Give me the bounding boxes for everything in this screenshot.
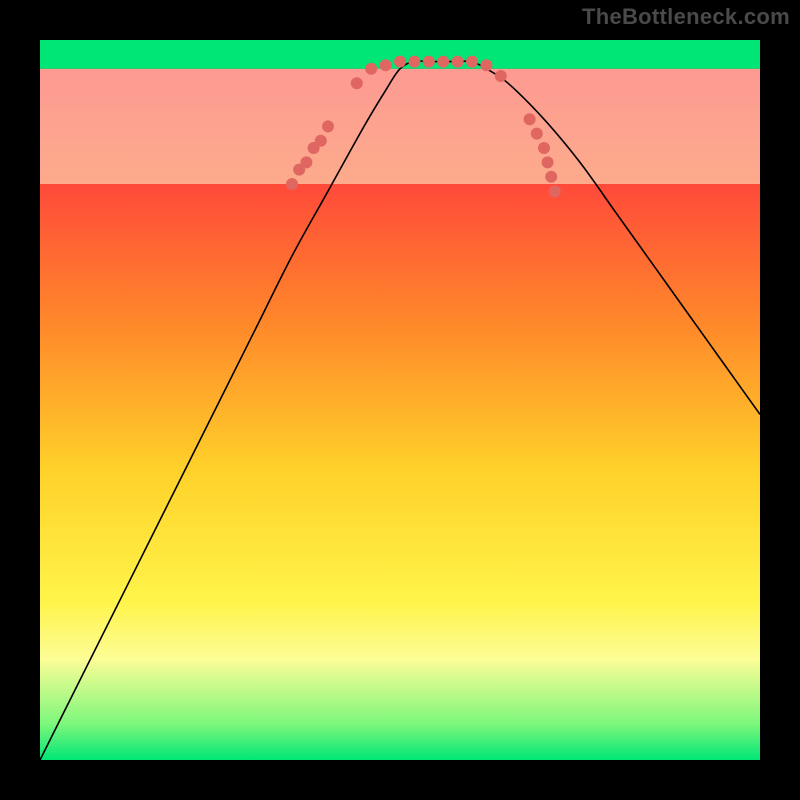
data-point <box>437 56 449 68</box>
data-point <box>531 128 543 140</box>
chart-stage: TheBottleneck.com <box>0 0 800 800</box>
data-point <box>466 56 478 68</box>
data-point <box>452 56 464 68</box>
data-point <box>495 70 507 82</box>
data-point <box>365 63 377 75</box>
data-point <box>315 135 327 147</box>
data-point <box>380 59 392 71</box>
plot-curve-layer <box>40 40 760 760</box>
data-point <box>322 120 334 132</box>
data-point <box>524 113 536 125</box>
data-point <box>408 56 420 68</box>
data-point <box>542 156 554 168</box>
data-point <box>549 185 561 197</box>
plot-area <box>40 40 760 760</box>
data-point <box>423 56 435 68</box>
data-point <box>480 59 492 71</box>
data-point <box>286 178 298 190</box>
data-point <box>545 171 557 183</box>
data-point <box>394 56 406 68</box>
watermark-text: TheBottleneck.com <box>582 4 790 30</box>
data-point <box>351 77 363 89</box>
data-point <box>300 156 312 168</box>
data-point <box>538 142 550 154</box>
dot-cluster <box>286 56 561 198</box>
bottleneck-curve <box>40 61 760 760</box>
